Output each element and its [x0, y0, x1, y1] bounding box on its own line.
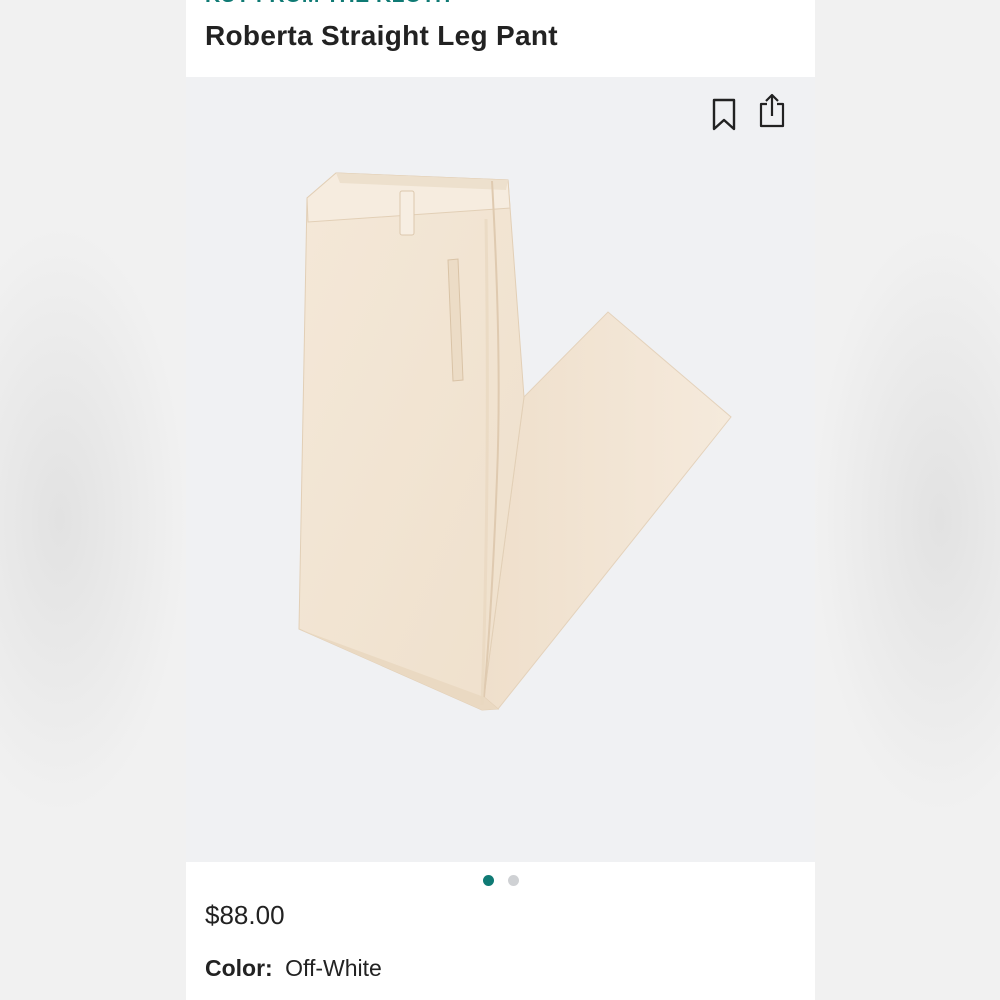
product-image-gallery[interactable] — [186, 77, 815, 862]
carousel-dot-1[interactable] — [482, 875, 494, 886]
bookmark-icon[interactable] — [706, 95, 742, 135]
color-row: Color: Off-White — [205, 955, 382, 982]
product-title: Roberta Straight Leg Pant — [205, 20, 558, 51]
brand-name[interactable]: KUT FROM THE KLOTH — [205, 0, 451, 8]
carousel-dots — [186, 875, 815, 887]
color-label: Color: — [205, 955, 273, 981]
product-card: KUT FROM THE KLOTH Roberta Straight Leg … — [186, 0, 815, 1000]
product-image — [298, 172, 732, 711]
product-price: $88.00 — [205, 900, 285, 930]
color-value: Off-White — [285, 955, 382, 981]
carousel-dot-2[interactable] — [507, 875, 519, 886]
share-icon[interactable] — [754, 91, 790, 131]
